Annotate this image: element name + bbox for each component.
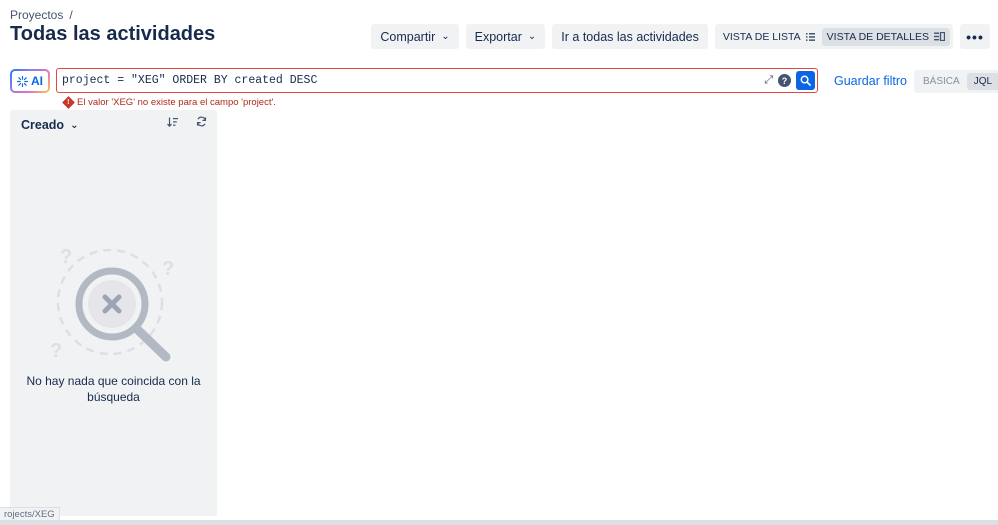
toolbar: Compartir ⌄ Exportar ⌄ Ir a todas las ac… [371,24,990,49]
search-button[interactable] [796,71,815,90]
empty-search-illustration: ? ? ? [50,246,174,362]
jql-input[interactable] [57,69,765,92]
breadcrumb: Proyectos / [10,8,73,22]
search-mode-toggle: BÁSICA JQL [914,70,998,93]
chevron-down-icon: ⌄ [70,119,79,131]
list-view-label: VISTA DE LISTA [722,30,801,43]
sort-field-dropdown[interactable]: Creado ⌄ [21,118,78,132]
ai-sparkle-icon [17,75,28,87]
mode-jql[interactable]: JQL [966,73,998,90]
export-button-label: Exportar [474,29,522,44]
help-icon[interactable]: ? [778,74,791,87]
sort-order-icon[interactable] [167,117,178,130]
more-icon: ••• [966,28,984,45]
svg-text:?: ? [162,258,174,280]
error-icon: ! [62,96,75,109]
share-button[interactable]: Compartir ⌄ [371,24,459,49]
share-button-label: Compartir [380,29,436,44]
window-bottom-border [0,520,998,525]
list-view-option[interactable]: VISTA DE LISTA [718,28,820,46]
svg-text:?: ? [50,340,62,362]
mode-basic[interactable]: BÁSICA [916,73,967,90]
chevron-down-icon: ⌄ [441,31,450,42]
page-title: Todas las actividades [10,23,216,45]
detail-view-label: VISTA DE DETALLES [826,30,929,43]
chevron-down-icon: ⌄ [527,31,537,42]
detail-view-icon [934,32,945,41]
expand-icon[interactable]: ⤢ [764,74,773,87]
list-icon [805,32,815,41]
export-button[interactable]: Exportar ⌄ [465,24,546,49]
refresh-icon[interactable] [196,116,207,130]
issue-list-panel: Creado ⌄ ? ? ? No hay nada que coincida … [10,110,217,516]
more-actions-button[interactable]: ••• [960,24,990,49]
sort-field-label: Creado [21,118,65,132]
search-icon [800,75,811,86]
jql-error-text: El valor 'XEG' no existe para el campo '… [77,97,276,108]
view-toggle: VISTA DE LISTA VISTA DE DETALLES [714,24,953,49]
ai-button[interactable]: AI [10,69,50,93]
ai-button-label: AI [31,74,43,88]
jql-search-box: ⤢ ? [56,68,818,93]
detail-view-option[interactable]: VISTA DE DETALLES [821,27,950,46]
breadcrumb-separator: / [69,8,73,22]
empty-state-message: No hay nada que coincida con la búsqueda [26,374,201,404]
jql-tools: ⤢ ? [764,71,817,90]
breadcrumb-projects-link[interactable]: Proyectos [10,8,63,22]
svg-text:?: ? [60,246,72,268]
jql-error-message: ! El valor 'XEG' no existe para el campo… [62,96,276,109]
all-activities-button[interactable]: Ir a todas las actividades [552,24,708,49]
save-filter-link[interactable]: Guardar filtro [834,74,907,88]
